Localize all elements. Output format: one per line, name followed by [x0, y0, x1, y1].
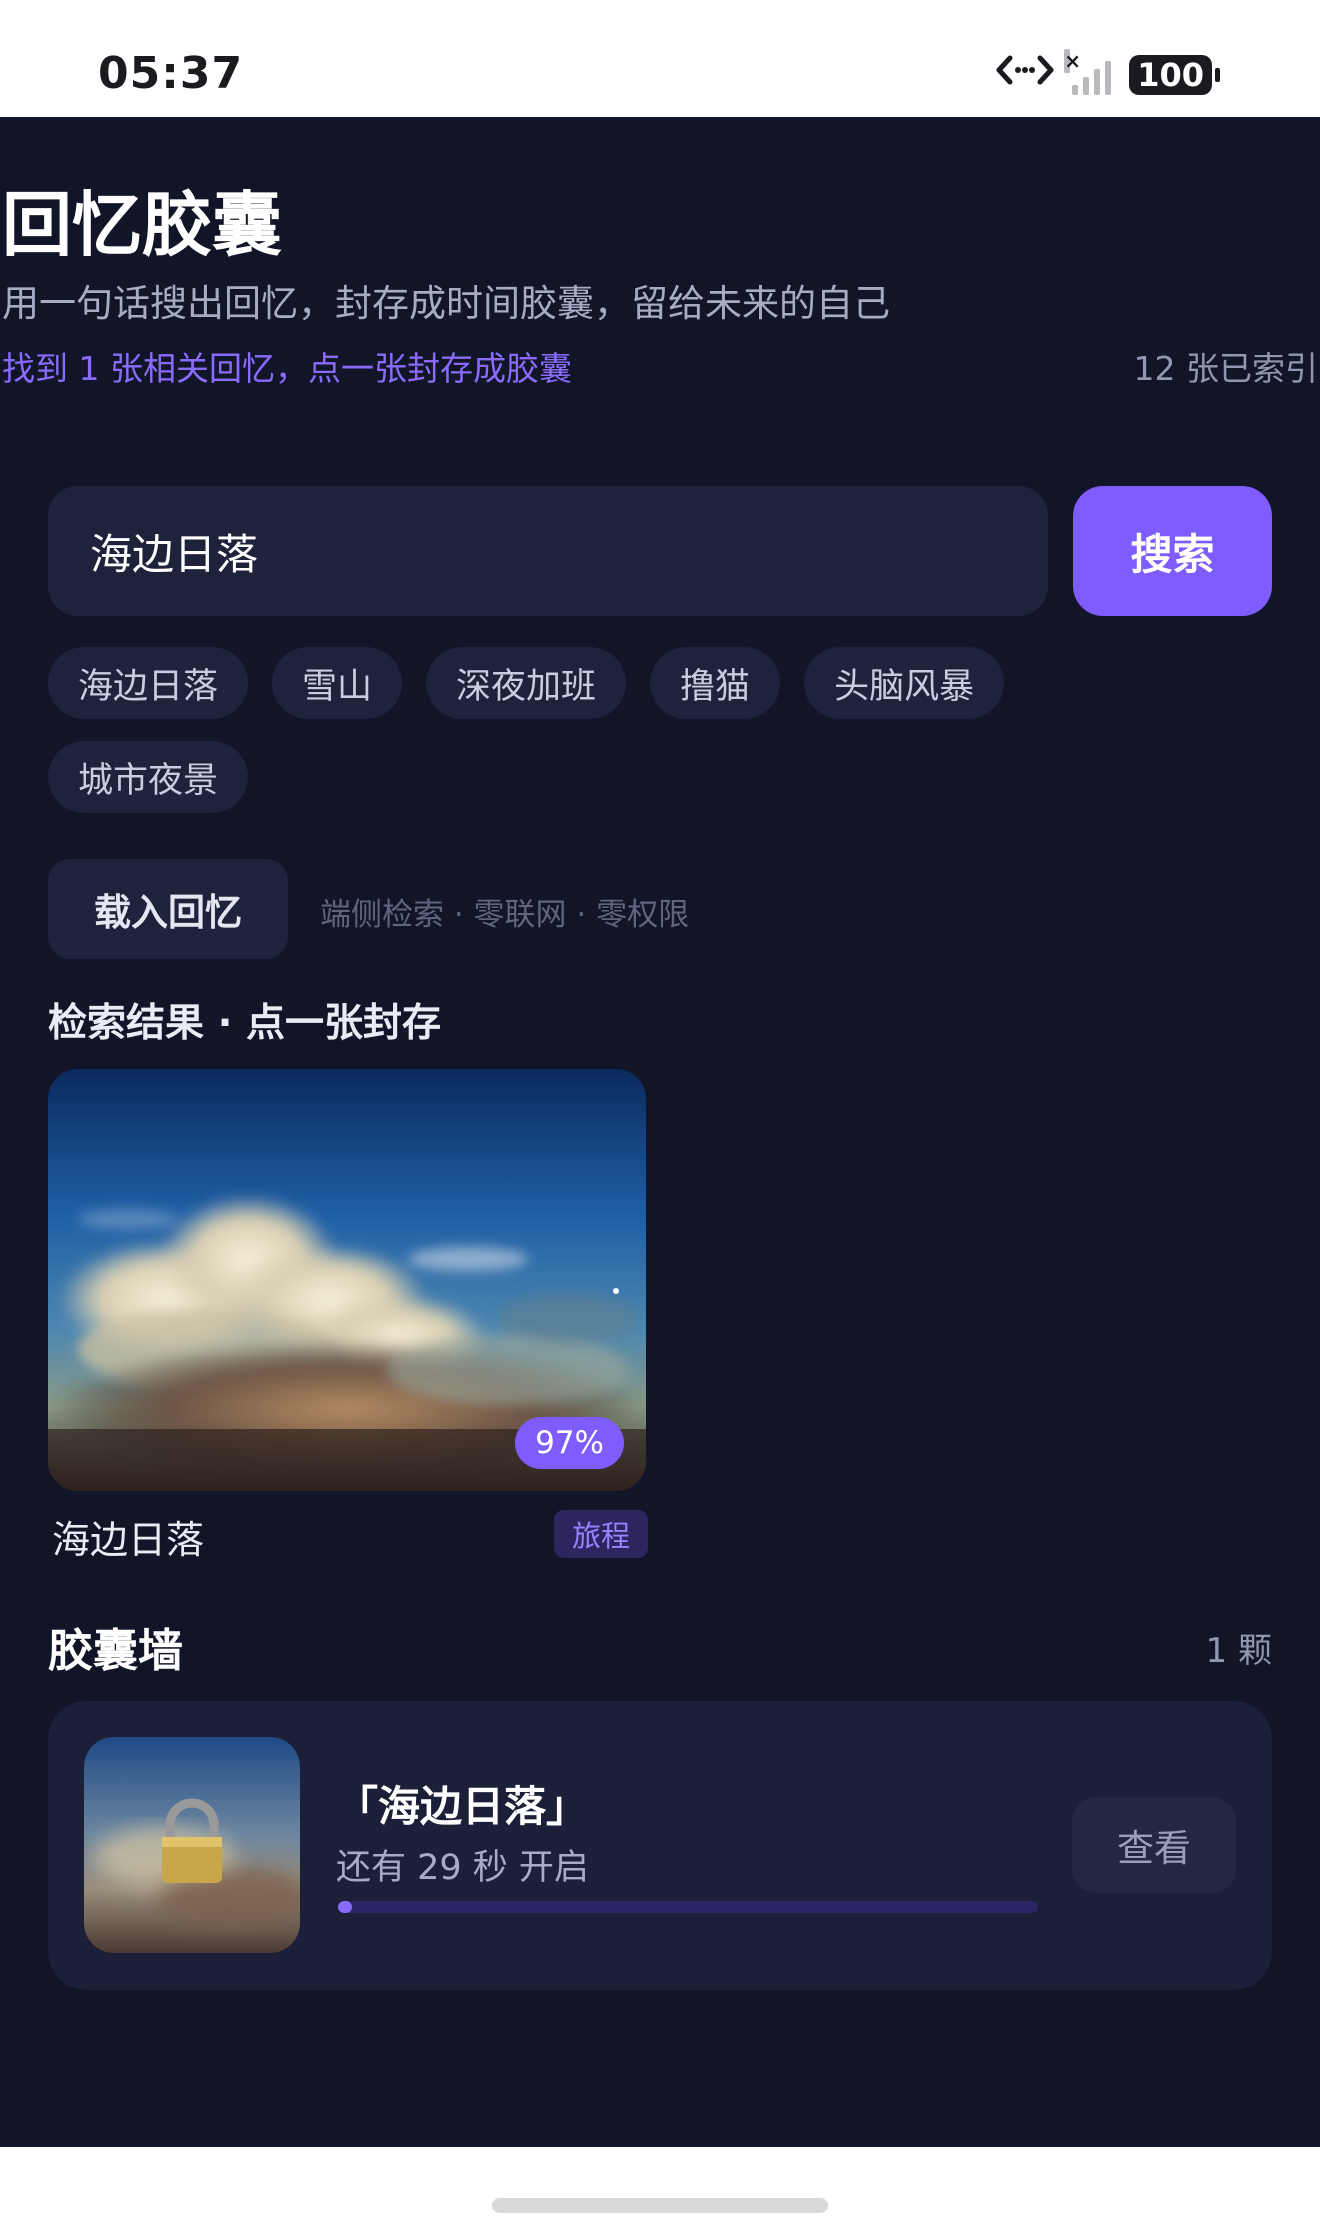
chip-late-night-work[interactable]: 深夜加班 [426, 647, 627, 719]
results-heading: 检索结果 · 点一张封存 [48, 1001, 441, 1046]
battery-level: 100 [1129, 54, 1212, 95]
status-icons: × 100 [996, 48, 1220, 97]
app-screen: 回忆胶囊 用一句话搜出回忆，封存成时间胶囊，留给未来的自己 找到 1 张相关回忆… [0, 117, 1320, 2147]
status-time: 05:37 [98, 48, 244, 99]
capsule-progress-bar [338, 1901, 1038, 1913]
indexed-count: 12 张已索引 [1133, 349, 1318, 388]
page-title: 回忆胶囊 [2, 184, 282, 266]
search-box [48, 486, 1048, 616]
capsule-wall-heading: 胶囊墙 [48, 1624, 184, 1677]
load-memories-button[interactable]: 载入回忆 [48, 859, 288, 959]
capsule-thumbnail [84, 1737, 300, 1953]
result-card[interactable]: 97% 海边日落 旅程 [48, 1069, 648, 1562]
chip-brainstorm[interactable]: 头脑风暴 [804, 647, 1005, 719]
home-indicator[interactable] [492, 2198, 828, 2213]
status-bar: 05:37 × 100 [0, 0, 1320, 117]
view-capsule-button[interactable]: 查看 [1072, 1797, 1236, 1893]
capsule-count: 1 颗 [1205, 1631, 1272, 1671]
data-transfer-icon [996, 52, 1054, 97]
search-result-summary: 找到 1 张相关回忆，点一张封存成胶囊 [2, 349, 572, 388]
battery-icon: 100 [1129, 54, 1220, 95]
search-button[interactable]: 搜索 [1073, 486, 1272, 616]
no-service-mark: × [1064, 48, 1081, 73]
privacy-note: 端侧检索 · 零联网 · 零权限 [320, 897, 690, 933]
system-nav-bar [0, 2147, 1320, 2232]
capsule-progress-fill [338, 1901, 352, 1913]
signal-icon: × [1064, 48, 1112, 95]
capsule-title: 「海边日落」 [336, 1782, 589, 1831]
chip-seaside-sunset[interactable]: 海边日落 [48, 647, 249, 719]
chip-city-night[interactable]: 城市夜景 [48, 741, 249, 813]
result-photo[interactable]: 97% [48, 1069, 646, 1491]
suggestion-chips: 海边日落 雪山 深夜加班 撸猫 头脑风暴 城市夜景 [48, 647, 1108, 813]
search-input[interactable] [48, 486, 1048, 616]
result-tag: 旅程 [553, 1510, 648, 1558]
chip-snow-mountain[interactable]: 雪山 [272, 647, 403, 719]
match-score-badge: 97% [515, 1417, 624, 1469]
page-subtitle: 用一句话搜出回忆，封存成时间胶囊，留给未来的自己 [2, 282, 890, 325]
chip-pet-cat[interactable]: 撸猫 [650, 647, 781, 719]
capsule-card[interactable]: 「海边日落」 还有 29 秒 开启 查看 [48, 1701, 1272, 1990]
result-label: 海边日落 [52, 1518, 205, 1562]
capsule-countdown: 还有 29 秒 开启 [336, 1848, 589, 1888]
